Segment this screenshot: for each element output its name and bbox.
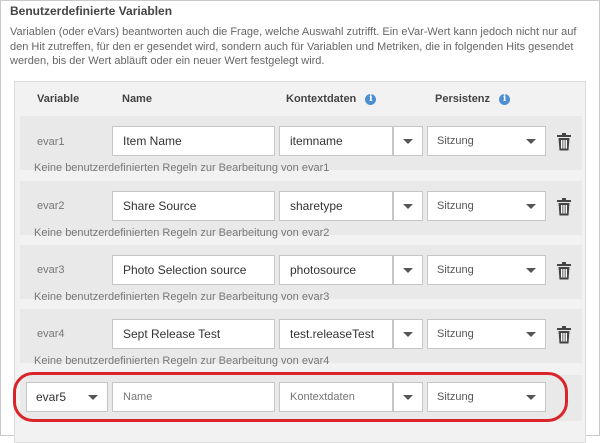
context-dropdown-button[interactable] — [393, 255, 423, 285]
rules-note: Keine benutzerdefinierten Regeln zur Bea… — [34, 162, 330, 174]
chevron-down-icon — [526, 139, 536, 144]
context-field[interactable]: photosource — [279, 255, 393, 285]
variable-id: evar4 — [37, 328, 65, 340]
chevron-down-icon — [403, 139, 413, 144]
rules-note: Keine benutzerdefinierten Regeln zur Bea… — [34, 355, 330, 367]
highlight-outline — [13, 372, 568, 422]
variable-id: evar1 — [37, 136, 65, 148]
chevron-down-icon — [526, 204, 536, 209]
header-context: Kontextdaten i — [286, 93, 377, 105]
rules-note: Keine benutzerdefinierten Regeln zur Bea… — [34, 291, 330, 303]
trash-icon[interactable] — [557, 326, 571, 344]
variable-id: evar2 — [37, 200, 65, 212]
rules-note: Keine benutzerdefinierten Regeln zur Bea… — [34, 227, 330, 239]
variable-id: evar3 — [37, 264, 65, 276]
section-description: Variablen (oder eVars) beantworten auch … — [10, 26, 577, 67]
persistence-select[interactable]: Sitzung — [427, 191, 546, 221]
chevron-down-icon — [526, 268, 536, 273]
info-icon[interactable]: i — [365, 94, 377, 105]
persistence-value: Sitzung — [437, 264, 474, 276]
header-persistence: Persistenz i — [435, 93, 511, 105]
persistence-select[interactable]: Sitzung — [427, 126, 546, 156]
persistence-value: Sitzung — [437, 200, 474, 212]
info-icon[interactable]: i — [499, 94, 511, 105]
chevron-down-icon — [403, 268, 413, 273]
context-dropdown-button[interactable] — [393, 126, 423, 156]
chevron-down-icon — [403, 332, 413, 337]
context-dropdown-button[interactable] — [393, 319, 423, 349]
header-context-label: Kontextdaten — [286, 93, 357, 105]
name-field[interactable]: Item Name — [112, 126, 275, 156]
persistence-value: Sitzung — [437, 135, 474, 147]
name-field[interactable]: Share Source — [112, 191, 275, 221]
section-title: Benutzerdefinierte Variablen — [10, 4, 173, 18]
chevron-down-icon — [526, 332, 536, 337]
header-variable: Variable — [37, 93, 80, 105]
chevron-down-icon — [403, 204, 413, 209]
name-field[interactable]: Photo Selection source — [112, 255, 275, 285]
context-field[interactable]: sharetype — [279, 191, 393, 221]
persistence-select[interactable]: Sitzung — [427, 255, 546, 285]
header-name: Name — [122, 93, 152, 105]
context-dropdown-button[interactable] — [393, 191, 423, 221]
header-persistence-label: Persistenz — [435, 93, 491, 105]
context-field[interactable]: itemname — [279, 126, 393, 156]
persistence-select[interactable]: Sitzung — [427, 319, 546, 349]
persistence-value: Sitzung — [437, 328, 474, 340]
trash-icon[interactable] — [557, 198, 571, 216]
context-field[interactable]: test.releaseTest — [279, 319, 393, 349]
trash-icon[interactable] — [557, 133, 571, 151]
trash-icon[interactable] — [557, 262, 571, 280]
name-field[interactable]: Sept Release Test — [112, 319, 275, 349]
